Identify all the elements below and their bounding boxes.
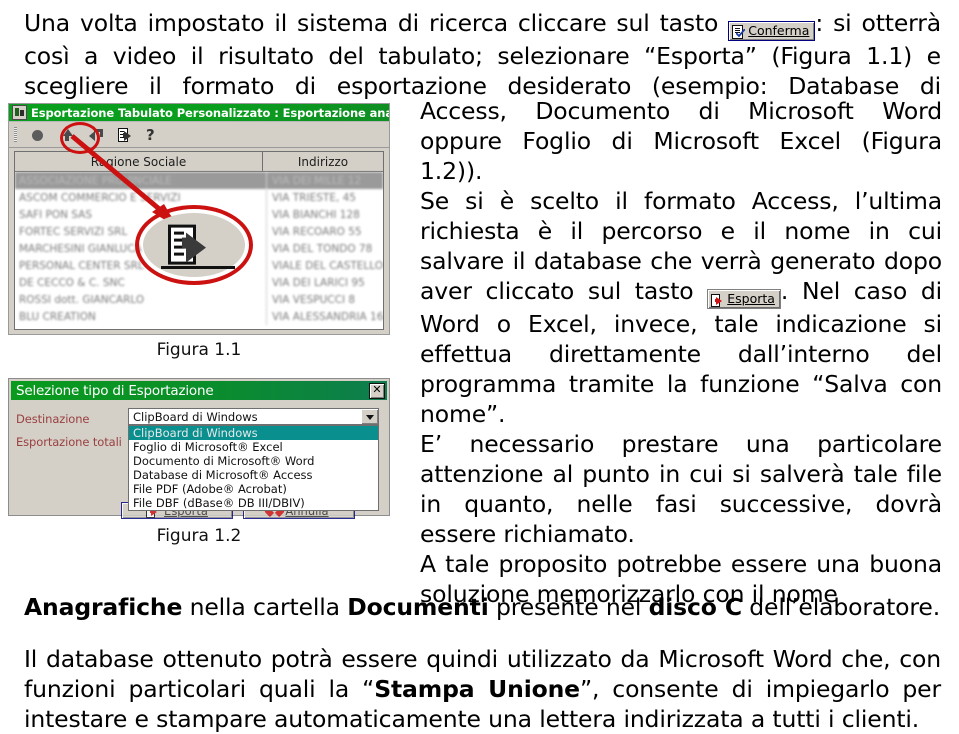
figure-1-1-window-title: Esportazione Tabulato Personalizzato : E… — [31, 105, 389, 120]
final-bold-stampa-unione: Stampa Unione — [374, 675, 580, 703]
back-arrow-icon[interactable] — [88, 127, 104, 143]
span-bold-documenti: Documenti — [347, 593, 489, 621]
table-header-row: Ragione Sociale Indirizzo — [15, 152, 383, 172]
close-icon[interactable]: ✕ — [369, 382, 385, 399]
cell-indirizzo: VIA DEI LARICI 95 — [272, 276, 365, 289]
destinazione-label: Destinazione — [16, 412, 90, 426]
cell-indirizzo: VIALE DEL CASTELLO 6 — [272, 259, 383, 272]
span-mid2: presente nel — [488, 593, 649, 621]
dialog-body: Destinazione Esportazione totali ClipBoa… — [9, 400, 389, 519]
icon-underline — [161, 266, 235, 269]
record-dot-icon[interactable] — [30, 127, 46, 143]
figure-1-1-title-bar: Esportazione Tabulato Personalizzato : E… — [9, 104, 389, 122]
cell-indirizzo: VIA BIANCHI 128 — [272, 208, 360, 221]
table-row[interactable]: BLU CREATION VIA ALESSANDRIA 16 — [15, 308, 383, 325]
dialog-title-bar: Selezione tipo di Esportazione ✕ — [11, 381, 387, 400]
column-header-ragione-sociale[interactable]: Ragione Sociale — [15, 152, 263, 171]
dialog-title: Selezione tipo di Esportazione — [16, 382, 214, 399]
right-column-text: Access, Documento di Microsoft Word oppu… — [420, 96, 942, 609]
cell-indirizzo: VIA ALESSANDRIA 16 — [272, 310, 383, 323]
conferma-button-chip[interactable]: Conferma — [728, 21, 816, 41]
span-bold-anagrafiche: Anagrafiche — [24, 593, 183, 621]
right-text-part1: Access, Documento di Microsoft Word oppu… — [420, 97, 942, 185]
cell-indirizzo: VIA TRIESTE, 45 — [272, 191, 356, 204]
export-red-arrow-icon — [711, 294, 724, 307]
cell-ragione-sociale: ASCOM COMMERCIO E SERVIZI — [15, 189, 267, 206]
cell-indirizzo: VIA DEI MILLE 12 — [272, 174, 362, 187]
intro-text-before-button: Una volta impostato il sistema di ricerc… — [24, 9, 729, 37]
right-text-part2: Se si è scelto il formato Access, l’ulti… — [420, 186, 942, 429]
export-icon-magnified — [168, 223, 220, 265]
option-item[interactable]: Database di Microsoft® Access — [129, 468, 378, 482]
figure-1-1-caption: Figura 1.1 — [156, 340, 242, 360]
table-row[interactable]: ASSOCIAZIONE PROVINCIALE VIA DEI MILLE 12 — [15, 172, 383, 189]
document-page: Una volta impostato il sistema di ricerc… — [0, 0, 959, 734]
cell-ragione-sociale: BLU CREATION — [15, 308, 267, 325]
esporta-chip-label: Esporta — [727, 291, 775, 306]
span-tail: dell’elaboratore. — [741, 593, 941, 621]
conferma-button-label: Conferma — [748, 23, 810, 38]
option-item[interactable]: Foglio di Microsoft® Excel — [129, 440, 378, 454]
confirm-document-check-icon — [732, 25, 746, 39]
figure-1-2-caption: Figura 1.2 — [156, 526, 242, 546]
export-icon[interactable] — [117, 127, 133, 143]
cell-ragione-sociale: ROSSI dott. GIANCARLO — [15, 291, 267, 308]
figure-1-1-toolbar: ? — [9, 122, 389, 148]
cell-indirizzo: VIA VESPUCCI 8 — [272, 293, 356, 306]
destinazione-select[interactable]: ClipBoard di Windows — [128, 408, 379, 425]
esporta-button-chip[interactable]: Esporta — [707, 289, 781, 309]
span-bold-disco-c: disco C — [648, 593, 742, 621]
up-arrow-icon[interactable] — [59, 127, 75, 143]
cell-ragione-sociale: ASSOCIAZIONE PROVINCIALE — [15, 172, 267, 189]
help-icon[interactable]: ? — [146, 127, 155, 143]
destinazione-selected-value: ClipBoard di Windows — [133, 409, 258, 424]
final-paragraph: Il database ottenuto potrà essere quindi… — [24, 644, 941, 734]
destinazione-options-list[interactable]: ClipBoard di Windows Foglio di Microsoft®… — [128, 425, 379, 511]
figure-1-2-export-dialog: Selezione tipo di Esportazione ✕ Destina… — [8, 378, 390, 519]
chevron-down-icon[interactable] — [361, 409, 378, 424]
checkmark-icon — [736, 29, 746, 37]
option-item[interactable]: File DBF (dBase® DB III/DBIV) — [129, 496, 378, 510]
cell-indirizzo: VIA DEL TONDO 78 — [272, 242, 373, 255]
option-item[interactable]: File PDF (Adobe® Acrobat) — [129, 482, 378, 496]
span-line: Anagrafiche nella cartella Documenti pre… — [24, 592, 941, 622]
span-mid1: nella cartella — [182, 593, 348, 621]
application-icon — [12, 105, 27, 120]
esportazione-totali-label: Esportazione totali — [16, 435, 122, 449]
table-row[interactable]: ROSSI dott. GIANCARLO VIA VESPUCCI 8 — [15, 291, 383, 308]
table-row[interactable]: ASCOM COMMERCIO E SERVIZI VIA TRIESTE, 45 — [15, 189, 383, 206]
column-header-indirizzo[interactable]: Indirizzo — [263, 152, 383, 171]
option-item[interactable]: ClipBoard di Windows — [129, 426, 378, 440]
option-item[interactable]: Documento di Microsoft® Word — [129, 454, 378, 468]
cell-indirizzo: VIA RECOARO 55 — [272, 225, 362, 238]
right-text-part3: E’ necessario prestare una particolare a… — [420, 430, 942, 548]
toolbar-grip — [14, 127, 17, 142]
callout-magnified-export-icon — [135, 205, 253, 285]
